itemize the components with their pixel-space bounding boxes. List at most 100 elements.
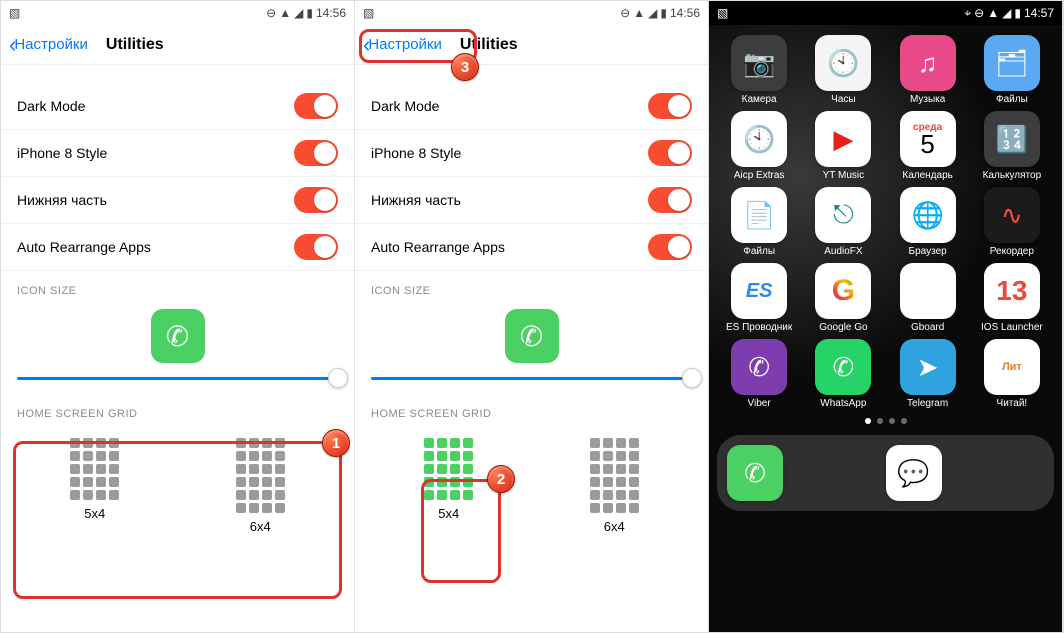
app-label: YT Music: [823, 170, 865, 181]
toggle-switch[interactable]: [648, 187, 692, 213]
phone-icon: ✆: [151, 309, 205, 363]
toggle-switch[interactable]: [294, 234, 338, 260]
setting-row[interactable]: Auto Rearrange Apps: [1, 224, 354, 271]
icon-size-slider[interactable]: [355, 373, 708, 394]
toggle-switch[interactable]: [294, 187, 338, 213]
app-icon: ♫: [900, 35, 956, 91]
back-label: Настройки: [368, 36, 442, 53]
app-браузер[interactable]: 🌐 Браузер: [888, 187, 968, 257]
setting-row[interactable]: iPhone 8 Style: [1, 130, 354, 177]
dock-app-phone[interactable]: ✆: [727, 445, 783, 501]
section-home-grid: HOME SCREEN GRID: [1, 394, 354, 426]
back-button[interactable]: ‹ Настройки: [9, 34, 88, 56]
app-audiofx[interactable]: ⎋AudioFX: [803, 187, 883, 257]
grid-option-label: 6x4: [236, 519, 285, 534]
app-label: IOS Launcher: [981, 322, 1043, 333]
app-рекордер[interactable]: ∿Рекордер: [972, 187, 1052, 257]
setting-label: iPhone 8 Style: [17, 145, 107, 161]
app-ios-launcher[interactable]: 13IOS Launcher: [972, 263, 1052, 333]
section-icon-size: ICON SIZE: [355, 271, 708, 303]
clock-text: 14:56: [316, 6, 346, 20]
nav-header: ‹ Настройки Utilities: [1, 25, 354, 65]
grid-option-5x4[interactable]: 5x4: [64, 432, 125, 540]
app-музыка[interactable]: ♫Музыка: [888, 35, 968, 105]
app-telegram[interactable]: ➤ Telegram: [888, 339, 968, 409]
app-камера[interactable]: 📷 Камера: [719, 35, 799, 105]
wifi-icon: ▲: [987, 6, 999, 20]
app-aicp-extras[interactable]: 🕙Aicp Extras: [719, 111, 799, 181]
app-label: Камера: [742, 94, 777, 105]
grid-option-5x4[interactable]: 5x4: [418, 432, 479, 540]
phone-screen-1: ▧ ⊖ ▲ ◢ ▮ 14:56 ‹ Настройки Utilities Da…: [1, 1, 355, 632]
location-icon: ⌖: [964, 6, 971, 21]
grid-option-label: 6x4: [590, 519, 639, 534]
battery-icon: ▮: [660, 6, 667, 20]
setting-row[interactable]: Нижняя часть: [1, 177, 354, 224]
status-bar: ▧ ⊖ ▲ ◢ ▮ 14:56: [1, 1, 354, 25]
app-label: ES Проводник: [726, 322, 792, 333]
setting-row[interactable]: Dark Mode: [1, 83, 354, 130]
toggle-switch[interactable]: [648, 93, 692, 119]
dnd-icon: ⊖: [974, 6, 984, 20]
toggle-switch[interactable]: [294, 140, 338, 166]
grid-option-6x4[interactable]: 6x4: [584, 432, 645, 540]
icon-size-slider[interactable]: [1, 373, 354, 394]
slider-thumb[interactable]: [682, 368, 702, 388]
app-yt-music[interactable]: ▶ YT Music: [803, 111, 883, 181]
app-icon: среда5: [900, 111, 956, 167]
app-читай![interactable]: ЛитЧитай!: [972, 339, 1052, 409]
app-часы[interactable]: 🕙Часы: [803, 35, 883, 105]
app-icon: 🌐: [900, 187, 956, 243]
home-screen[interactable]: 📷 Камера 🕙Часы♫Музыка🗂Файлы 🕙Aicp Extras ▶ YT…: [709, 25, 1062, 632]
clock-text: 14:57: [1024, 6, 1054, 20]
page-indicator[interactable]: [709, 409, 1062, 431]
phone-screen-2: ▧ ⊖ ▲ ◢ ▮ 14:56 ‹ Настройки Utilities Da…: [355, 1, 709, 632]
app-icon: 🔢: [984, 111, 1040, 167]
status-icons: ⌖ ⊖ ▲ ◢ ▮ 14:57: [964, 6, 1054, 21]
setting-label: iPhone 8 Style: [371, 145, 461, 161]
toggle-switch[interactable]: [294, 93, 338, 119]
status-bar: ▧ ⌖ ⊖ ▲ ◢ ▮ 14:57: [709, 1, 1062, 25]
app-калькулятор[interactable]: 🔢 Калькулятор: [972, 111, 1052, 181]
app-label: Браузер: [909, 246, 947, 257]
app-label: Viber: [748, 398, 771, 409]
app-label: Файлы: [996, 94, 1028, 105]
app-label: Telegram: [907, 398, 948, 409]
app-es-проводник[interactable]: ES ES Проводник: [719, 263, 799, 333]
app-icon: ➤: [900, 339, 956, 395]
battery-icon: ▮: [1014, 6, 1021, 20]
app-файлы[interactable]: 🗂Файлы: [972, 35, 1052, 105]
app-label: Aicp Extras: [734, 170, 785, 181]
dock-app-messages[interactable]: 💬: [886, 445, 942, 501]
app-календарь[interactable]: среда5Календарь: [888, 111, 968, 181]
toggle-switch[interactable]: [648, 140, 692, 166]
app-label: Рекордер: [990, 246, 1034, 257]
app-gboard[interactable]: ⌨Gboard: [888, 263, 968, 333]
setting-row[interactable]: Dark Mode: [355, 83, 708, 130]
setting-row[interactable]: iPhone 8 Style: [355, 130, 708, 177]
setting-label: Dark Mode: [17, 98, 85, 114]
grid-option-label: 5x4: [70, 506, 119, 521]
page-title: Utilities: [106, 36, 164, 54]
status-bar: ▧ ⊖ ▲ ◢ ▮ 14:56: [355, 1, 708, 25]
setting-row[interactable]: Нижняя часть: [355, 177, 708, 224]
app-google-go[interactable]: GGoogle Go: [803, 263, 883, 333]
wifi-icon: ▲: [279, 6, 291, 20]
phone-screen-3: ▧ ⌖ ⊖ ▲ ◢ ▮ 14:57 📷 Камера 🕙Часы♫Музыка🗂Фа…: [709, 1, 1063, 632]
grid-option-6x4[interactable]: 6x4: [230, 432, 291, 540]
screenshot-icon: ▧: [717, 6, 728, 20]
slider-thumb[interactable]: [328, 368, 348, 388]
grid-preview-icon: [70, 438, 119, 500]
app-whatsapp[interactable]: ✆WhatsApp: [803, 339, 883, 409]
battery-icon: ▮: [306, 6, 313, 20]
back-button[interactable]: ‹ Настройки: [363, 34, 442, 56]
app-icon: ES: [731, 263, 787, 319]
icon-size-preview: ✆: [355, 303, 708, 373]
app-icon: ▶: [815, 111, 871, 167]
app-файлы[interactable]: 📄Файлы: [719, 187, 799, 257]
toggle-switch[interactable]: [648, 234, 692, 260]
setting-row[interactable]: Auto Rearrange Apps: [355, 224, 708, 271]
app-icon: 📷: [731, 35, 787, 91]
app-viber[interactable]: ✆Viber: [719, 339, 799, 409]
app-label: Калькулятор: [983, 170, 1042, 181]
